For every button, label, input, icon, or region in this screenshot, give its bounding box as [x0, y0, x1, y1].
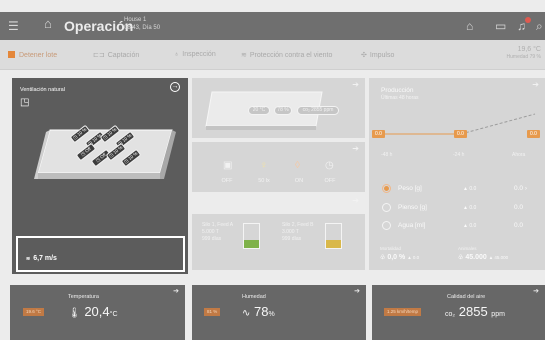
mortality-icon: ♧ [380, 255, 386, 261]
tick-label-24h: -24 h [453, 152, 465, 158]
top-bar: ☰ ⌂ Operación House 1 08:43, Día 50 ⌂ ▭ … [0, 12, 545, 40]
water-drop-icon: ◊ [295, 160, 300, 171]
heater-status: OFF [221, 178, 233, 184]
timer-status: OFF [324, 178, 336, 184]
humidity-card[interactable]: Humedad ➔ 81 % ∿ 78% [192, 285, 366, 340]
outside-humidity: Humedad 79 % [506, 54, 541, 60]
row-agua-value: 0.0 [514, 222, 524, 229]
search-icon[interactable]: ⌕ [536, 19, 543, 33]
radio-agua[interactable] [382, 221, 391, 230]
row-peso-delta: ▲ 0.0 [463, 186, 477, 192]
outside-temperature: 19,6 °C [517, 46, 541, 53]
air-quality-value: co₂ 2855 ppm [445, 304, 505, 319]
row-pienso-label: Pienso [g] [398, 204, 427, 211]
truck-icon: ⊏⊐ [93, 52, 105, 59]
inspeccion-button[interactable]: ♁ Inspección [174, 51, 216, 58]
silo-2-info: Silo 2, Feed B 3.000 T 999 días [282, 222, 314, 242]
pin-icon: ♁ [174, 51, 180, 58]
action-toolbar: Detener lote ⊏⊐ Captación ♁ Inspección ≋ Pr… [0, 40, 545, 70]
mortality-label: Mortalidad [380, 246, 402, 251]
animals-stat[interactable]: ♧ 45.000 ▲ 45.000 [458, 254, 508, 261]
point-label-1: 0.0 [372, 130, 385, 138]
wind-icon: ≋ [241, 52, 247, 59]
stop-icon [8, 51, 15, 58]
humidity-title: Humedad [242, 294, 266, 300]
thermometer-icon: 🌡 [68, 308, 81, 319]
clipboard-icon[interactable]: ▭ [495, 19, 506, 33]
production-subtitle: Últimas 48 horas [381, 95, 419, 101]
outside-climate: 19,6 °C Humedad 79 % [507, 46, 541, 60]
tick-label-now: Ahora [512, 152, 526, 158]
row-agua-delta: ▲ 0.0 [463, 223, 477, 229]
wind-protection-button[interactable]: ≋ Protección contra el viento [241, 51, 332, 59]
house-view-card[interactable]: ➔ 20 °C 78 % co₂ 2855 ppm [192, 78, 365, 138]
row-peso-value: 0.0 › [514, 185, 528, 192]
animals-value: 45.000 [465, 254, 487, 261]
open-arrow-icon[interactable]: ➔ [533, 287, 539, 295]
row-peso-label: Peso [g] [398, 185, 422, 192]
row-pienso-value: 0.0 [514, 204, 524, 211]
open-arrow-icon[interactable]: ➔ [354, 287, 360, 295]
silo-1-fill [244, 239, 259, 248]
temperature-pill: 19.6 °C [23, 308, 45, 316]
production-title: Producción [381, 87, 414, 94]
air-quality-card[interactable]: Calidad del aire ➔ 1.25 km/h/temp co₂ 28… [372, 285, 545, 340]
tick-label-48h: -48 h [381, 152, 393, 158]
animals-label: Animales [458, 246, 477, 251]
temperature-card[interactable]: Temperatura ➔ 19.6 °C 🌡 20,4°C [10, 285, 185, 340]
alarm-badge [525, 17, 531, 23]
humidity-pill: 78 % [274, 106, 292, 115]
stop-batch-button[interactable]: Detener lote [8, 51, 57, 59]
humidity-pill: 81 % [204, 308, 221, 316]
heater-icon: ▣ [223, 160, 233, 171]
home-icon[interactable]: ⌂ [466, 19, 473, 33]
animals-delta: ▲ 45.000 [488, 255, 509, 260]
radio-peso[interactable] [382, 184, 391, 193]
radio-pienso[interactable] [382, 203, 391, 212]
animals-icon: ♧ [458, 255, 464, 261]
mortality-delta: ▲ 0.0 [407, 255, 420, 260]
temperature-value: 🌡 20,4°C [68, 304, 118, 319]
wind-speed-box[interactable]: ≋ 6,7 m/s [16, 236, 185, 272]
temperature-pill: 20 °C [248, 106, 270, 115]
timer-icon: ◷ [325, 160, 334, 171]
light-status: 50 lx [258, 178, 270, 184]
silo-1-gauge [243, 223, 260, 249]
house-datetime: 08:43, Día 50 [124, 25, 161, 31]
silos-card[interactable]: ➔ Silo 1, Feed A 5.000 T 999 días Silo 2… [192, 196, 365, 270]
production-card[interactable]: ➔ Producción Últimas 48 horas [369, 78, 545, 270]
row-agua-label: Agua [ml] [398, 222, 426, 229]
equipment-card[interactable]: ➔ ▣ ♀ ◊ ◷ OFF 50 lx ON OFF [192, 142, 365, 192]
silo-2-gauge [325, 223, 342, 249]
humidity-icon: ∿ [242, 308, 251, 319]
air-quality-title: Calidad del aire [447, 294, 486, 300]
point-label-2: 0.0 [454, 130, 467, 138]
open-arrow-icon[interactable]: ➔ [532, 80, 539, 89]
row-pienso-delta: ▲ 0.0 [463, 205, 477, 211]
light-bulb-icon: ♀ [260, 160, 268, 171]
page-title: Operación [64, 18, 134, 34]
point-label-3: 0.0 [527, 130, 540, 138]
wind-speed: ≋ 6,7 m/s [26, 255, 57, 262]
mortality-value: 0,0 % [387, 254, 406, 261]
impulso-button[interactable]: ✣ Impulso [361, 51, 394, 59]
silo-2-fill [326, 239, 341, 248]
operation-house-icon: ⌂ [44, 16, 52, 31]
air-quality-pill: 1.25 km/h/temp [384, 308, 422, 316]
house-info: House 1 08:43, Día 50 [124, 16, 160, 32]
humidity-value: ∿ 78% [242, 304, 275, 319]
open-arrow-icon[interactable]: ➔ [352, 144, 359, 153]
house-name: House 1 [124, 17, 147, 23]
temperature-title: Temperatura [68, 294, 99, 300]
menu-icon[interactable]: ☰ [8, 19, 19, 33]
silo-1-info: Silo 1, Feed A 5.000 T 999 días [202, 222, 234, 242]
open-arrow-icon[interactable]: ➔ [352, 196, 359, 205]
fan-icon: ✣ [361, 52, 367, 59]
open-arrow-icon[interactable]: ➔ [173, 287, 179, 295]
wind-icon: ≋ [26, 256, 31, 262]
mortality-stat[interactable]: ♧ 0,0 % ▲ 0.0 [380, 254, 419, 261]
captacion-button[interactable]: ⊏⊐ Captación [93, 51, 139, 59]
water-status: ON [294, 178, 304, 184]
co2-pill: co₂ 2855 ppm [297, 106, 339, 115]
